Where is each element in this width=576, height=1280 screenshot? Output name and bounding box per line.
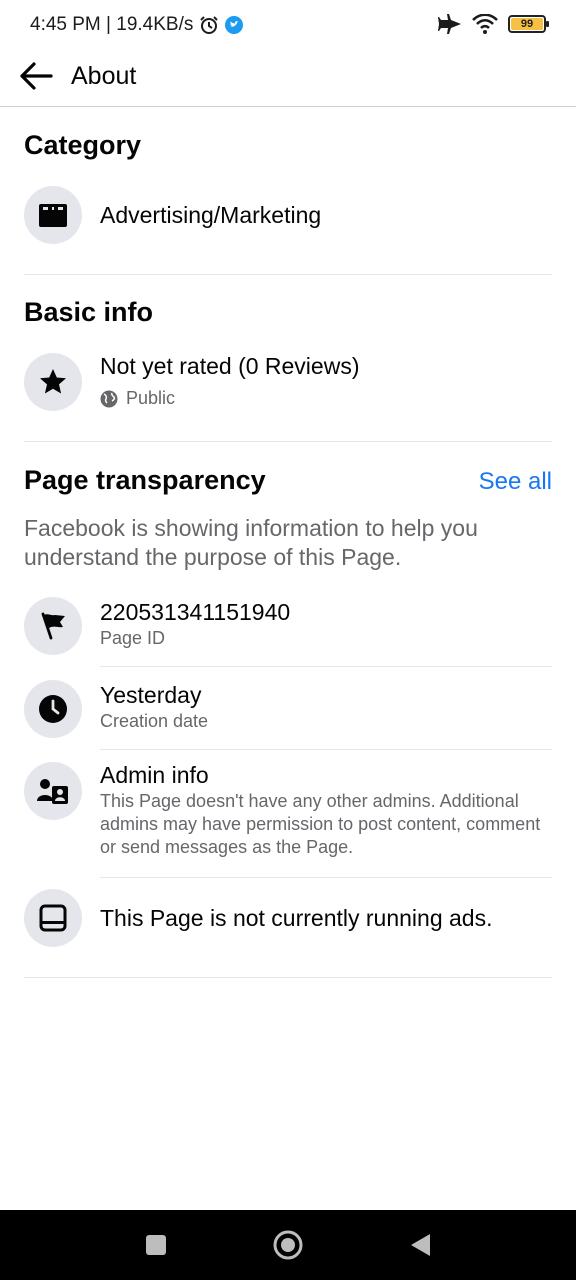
status-bar: 4:45 PM | 19.4KB/s 99: [0, 0, 576, 52]
category-section: Category: [24, 130, 552, 161]
visibility: Public: [100, 387, 552, 410]
page-id-text: 220531341151940 Page ID: [100, 597, 552, 650]
admin-info-icon-circle: [24, 762, 82, 820]
square-icon: [146, 1235, 166, 1255]
briefcase-icon: [39, 204, 67, 227]
airplane-mode-icon: [438, 14, 461, 34]
rating-row[interactable]: Not yet rated (0 Reviews) Public: [24, 353, 552, 413]
basic-info-section: Basic info: [24, 297, 552, 328]
divider: [24, 274, 552, 275]
page-transparency-title: Page transparency: [24, 465, 266, 495]
wifi-icon: [472, 14, 498, 34]
divider: [100, 749, 552, 750]
creation-date-text: Yesterday Creation date: [100, 680, 552, 733]
home-button[interactable]: [268, 1225, 308, 1265]
globe-icon: [100, 390, 118, 407]
creation-date-label: Creation date: [100, 711, 209, 731]
back-button[interactable]: [16, 58, 56, 94]
see-all-link[interactable]: See all: [479, 468, 552, 496]
creation-date-row[interactable]: Yesterday Creation date: [24, 680, 552, 738]
admin-info-text: Admin info This Page doesn't have any ot…: [100, 760, 552, 859]
visibility-label: Public: [126, 388, 176, 408]
page-id-row[interactable]: 220531341151940 Page ID: [24, 597, 552, 655]
category-value: Advertising/Marketing: [100, 202, 322, 228]
admin-info-title: Admin info: [100, 762, 209, 788]
divider: [24, 977, 552, 978]
transparency-description: Facebook is showing information to help …: [24, 514, 552, 572]
status-left: 4:45 PM | 19.4KB/s: [30, 14, 244, 36]
admin-people-icon: [37, 779, 68, 804]
ads-row[interactable]: This Page is not currently running ads.: [24, 889, 552, 947]
status-right: 99: [438, 14, 549, 34]
ads-icon-circle: [24, 889, 82, 947]
page-transparency-section: Page transparency: [24, 465, 552, 496]
divider: [100, 666, 552, 667]
recents-button[interactable]: [136, 1225, 176, 1265]
page-title: About: [71, 62, 137, 90]
page-id-icon-circle: [24, 597, 82, 655]
twitter-notification-icon: [225, 16, 244, 34]
clock-icon: [39, 695, 67, 723]
rating-icon-circle: [24, 353, 82, 411]
alarm-icon: [200, 16, 219, 34]
battery-indicator: 99: [508, 15, 549, 33]
admin-info-description: This Page doesn't have any other admins.…: [100, 791, 541, 857]
admin-info-row[interactable]: Admin info This Page doesn't have any ot…: [24, 762, 552, 868]
flag-icon: [41, 612, 65, 640]
back-nav-button[interactable]: [400, 1225, 440, 1265]
category-icon-circle: [24, 186, 82, 244]
ads-status: This Page is not currently running ads.: [100, 905, 493, 931]
triangle-back-icon: [411, 1234, 430, 1256]
arrow-left-icon: [20, 62, 53, 90]
ads-text: This Page is not currently running ads.: [100, 903, 552, 933]
category-row[interactable]: Advertising/Marketing: [24, 186, 552, 244]
rating-row-text: Not yet rated (0 Reviews) Public: [100, 351, 552, 410]
divider: [100, 877, 552, 878]
creation-date-value: Yesterday: [100, 682, 202, 708]
category-row-text: Advertising/Marketing: [100, 200, 552, 230]
basic-info-title: Basic info: [24, 297, 154, 327]
status-time-speed: 4:45 PM | 19.4KB/s: [30, 14, 194, 35]
ad-screen-icon: [39, 904, 67, 932]
rating-text: Not yet rated (0 Reviews): [100, 353, 360, 379]
divider: [24, 441, 552, 442]
star-icon: [40, 369, 66, 394]
battery-level: 99: [520, 18, 534, 30]
creation-date-icon-circle: [24, 680, 82, 738]
page-id-value: 220531341151940: [100, 599, 291, 625]
app-header: About: [0, 52, 576, 107]
page-id-label: Page ID: [100, 628, 166, 648]
transparency-description-text: Facebook is showing information to help …: [24, 515, 478, 570]
category-title: Category: [24, 130, 142, 160]
system-nav-bar: [0, 1210, 576, 1280]
circle-icon: [273, 1230, 303, 1260]
